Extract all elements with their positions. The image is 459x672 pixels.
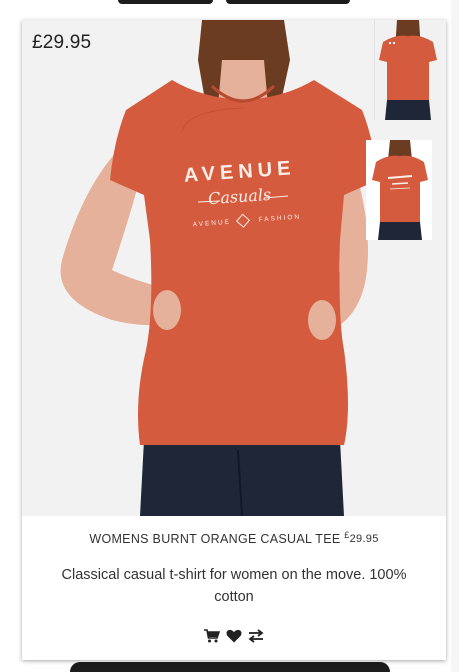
wishlist-button[interactable] — [225, 629, 243, 645]
price-badge: £29.95 — [32, 32, 92, 53]
price-value: 29.95 — [349, 533, 379, 545]
thumbnail-back-image — [375, 20, 441, 120]
thumbnail-back-view[interactable] — [374, 20, 441, 120]
compare-button[interactable] — [247, 629, 265, 645]
product-inline-price: £29.95 — [344, 530, 379, 545]
product-title-row: WOMENS BURNT ORANGE CASUAL TEE £29.95 — [22, 530, 446, 546]
neighbor-card-bottom — [70, 662, 390, 672]
product-info: WOMENS BURNT ORANGE CASUAL TEE £29.95 Cl… — [22, 516, 446, 660]
heart-icon — [226, 629, 242, 643]
product-image[interactable]: AVENUE Casuals AVENUE FASHION £29.95 — [22, 20, 446, 516]
thumbnail-front-view[interactable] — [366, 140, 432, 240]
thumbnail-front-image — [366, 140, 432, 240]
neighbor-card-right-edge — [451, 0, 459, 672]
product-actions — [22, 628, 446, 645]
product-name[interactable]: WOMENS BURNT ORANGE CASUAL TEE — [89, 532, 340, 546]
product-description: Classical casual t-shirt for women on th… — [61, 567, 407, 605]
add-to-cart-button[interactable] — [203, 629, 221, 645]
product-card[interactable]: AVENUE Casuals AVENUE FASHION £29.95 WOM… — [22, 20, 446, 660]
neighbor-card-top-right — [226, 0, 350, 4]
cart-icon — [203, 629, 220, 643]
neighbor-card-top-left — [118, 0, 213, 4]
compare-icon — [248, 629, 264, 643]
